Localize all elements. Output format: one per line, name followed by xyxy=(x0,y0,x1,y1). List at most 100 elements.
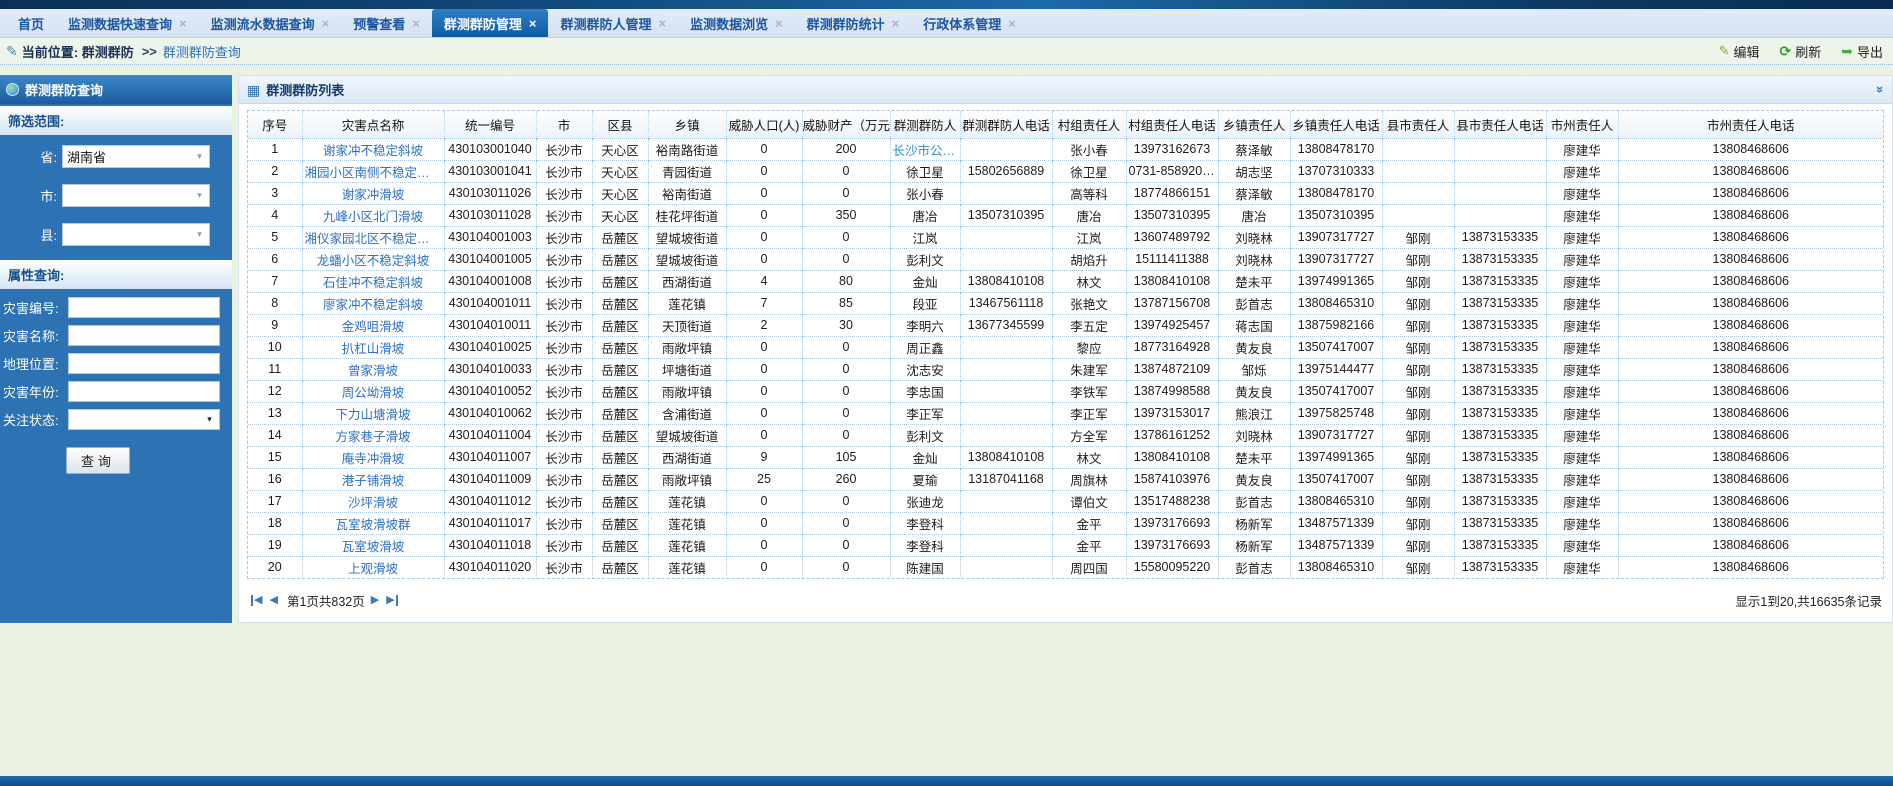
disaster-name-link[interactable]: 周公坳滑坡 xyxy=(302,380,444,402)
disaster-name-link[interactable]: 庵寺冲滑坡 xyxy=(302,446,444,468)
table-cell: 李明六 xyxy=(890,314,960,336)
table-cell: 430103011026 xyxy=(444,182,536,204)
search-button[interactable]: 查询 xyxy=(66,447,130,474)
table-cell: 黄友良 xyxy=(1218,380,1290,402)
table-cell: 方全军 xyxy=(1052,424,1126,446)
disaster-name-link[interactable]: 上观滑坡 xyxy=(302,556,444,578)
table-cell: 13808468606 xyxy=(1618,402,1883,424)
attribute-field-input[interactable] xyxy=(68,353,220,374)
chevron-down-icon[interactable]: ▾ xyxy=(192,227,207,242)
disaster-name-link[interactable]: 港子铺滑坡 xyxy=(302,468,444,490)
region-select-3[interactable]: ▾ xyxy=(62,223,210,246)
tab-item-3[interactable]: 监测流水数据查询× xyxy=(199,9,342,37)
region-select-row-2: 市: ▾ xyxy=(0,184,232,207)
pagination-first-button[interactable]: ◀ xyxy=(251,595,262,606)
table-cell: 0 xyxy=(726,556,802,578)
table-cell: 廖建华 xyxy=(1546,534,1618,556)
refresh-button[interactable]: ⟳ 刷新 xyxy=(1780,42,1822,61)
disaster-name-link[interactable]: 下力山塘滑坡 xyxy=(302,402,444,424)
table-cell: 天心区 xyxy=(592,204,648,226)
table-row: 12周公坳滑坡430104010052长沙市岳麓区雨敞坪镇00李忠国 李铁军13… xyxy=(248,380,1883,402)
table-cell: 莲花镇 xyxy=(648,512,726,534)
attention-status-select[interactable]: ▾ xyxy=(68,409,220,430)
disaster-name-link[interactable]: 湘园小区南侧不稳定斜坡 xyxy=(302,160,444,182)
attribute-field-input[interactable] xyxy=(68,325,220,346)
table-cell: 刘晓林 xyxy=(1218,248,1290,270)
tab-item-2[interactable]: 监测数据快速查询× xyxy=(56,9,199,37)
pagination-prev-button[interactable]: ◀ xyxy=(269,595,277,606)
disaster-name-link[interactable]: 龙蟠小区不稳定斜坡 xyxy=(302,248,444,270)
tab-close-icon[interactable]: × xyxy=(529,17,537,30)
table-cell: 8 xyxy=(248,292,302,314)
tab-item-8[interactable]: 群测群防统计× xyxy=(795,9,912,37)
table-cell: 邹刚 xyxy=(1382,468,1454,490)
disaster-name-link[interactable]: 九峰小区北门滑坡 xyxy=(302,204,444,226)
table-row: 3谢家冲滑坡430103011026长沙市天心区裕南街道00张小春 高等科187… xyxy=(248,182,1883,204)
chevron-collapse-icon[interactable]: » xyxy=(1873,86,1888,93)
disaster-name-link[interactable]: 金鸡咀滑坡 xyxy=(302,314,444,336)
region-select-1[interactable]: 湖南省▾ xyxy=(62,145,210,168)
disaster-name-link[interactable]: 方家巷子滑坡 xyxy=(302,424,444,446)
pagination-summary: 显示1到20,共16635条记录 xyxy=(1735,591,1882,610)
chevron-down-icon[interactable]: ▾ xyxy=(192,188,207,203)
tab-close-icon[interactable]: × xyxy=(322,17,330,30)
table-cell: 430104011017 xyxy=(444,512,536,534)
chevron-down-icon[interactable]: ▾ xyxy=(192,149,207,164)
tab-close-icon[interactable]: × xyxy=(412,17,420,30)
table-cell: 廖建华 xyxy=(1546,138,1618,160)
tab-item-1[interactable]: 首页 xyxy=(6,9,56,37)
disaster-name-link[interactable]: 沙坪滑坡 xyxy=(302,490,444,512)
table-cell: 13808478170 xyxy=(1290,138,1382,160)
table-cell: 裕南路街道 xyxy=(648,138,726,160)
attribute-field-input[interactable] xyxy=(68,381,220,402)
attribute-field-row-2: 灾害名称: xyxy=(0,325,232,346)
filter-section-header: 筛选范围: xyxy=(0,106,232,135)
table-cell: 金灿 xyxy=(890,270,960,292)
table-cell: 13808410108 xyxy=(1126,270,1218,292)
disaster-name-link[interactable]: 谢家冲滑坡 xyxy=(302,182,444,204)
table-cell: 谭伯文 xyxy=(1052,490,1126,512)
table-cell: 13517488238 xyxy=(1126,490,1218,512)
table-cell: 林文 xyxy=(1052,446,1126,468)
tab-item-6[interactable]: 群测群防人管理× xyxy=(548,9,678,37)
table-cell: 13873153335 xyxy=(1454,270,1546,292)
table-cell: 长沙市 xyxy=(536,556,592,578)
column-header: 威胁财产（万元） xyxy=(802,111,890,138)
edit-button[interactable]: ✎ 编辑 xyxy=(1719,42,1760,61)
table-cell: 天心区 xyxy=(592,182,648,204)
disaster-name-link[interactable]: 瓦室坡滑坡 xyxy=(302,534,444,556)
table-header-row: 序号灾害点名称统一编号市区县乡镇威胁人口(人)威胁财产（万元）群测群防人群测群防… xyxy=(248,111,1883,138)
disaster-name-link[interactable]: 廖家冲不稳定斜坡 xyxy=(302,292,444,314)
table-cell: 岳麓区 xyxy=(592,556,648,578)
tab-close-icon[interactable]: × xyxy=(892,17,900,30)
disaster-name-link[interactable]: 石佳冲不稳定斜坡 xyxy=(302,270,444,292)
tab-close-icon[interactable]: × xyxy=(1008,17,1016,30)
table-cell: 廖建华 xyxy=(1546,292,1618,314)
pagination-last-button[interactable]: ▶ xyxy=(386,595,397,606)
breadcrumb-current-page[interactable]: 群测群防查询 xyxy=(163,42,241,61)
chevron-down-icon[interactable]: ▾ xyxy=(202,412,217,427)
pagination-next-button[interactable]: ▶ xyxy=(371,595,379,606)
table-cell: 长沙市 xyxy=(536,182,592,204)
table-cell: 85 xyxy=(802,292,890,314)
tab-item-7[interactable]: 监测数据浏览× xyxy=(678,9,795,37)
attribute-field-input[interactable] xyxy=(68,297,220,318)
tab-item-4[interactable]: 预警查看× xyxy=(341,9,432,37)
disaster-name-link[interactable]: 曾家滑坡 xyxy=(302,358,444,380)
column-header: 市 xyxy=(536,111,592,138)
region-select-2[interactable]: ▾ xyxy=(62,184,210,207)
disaster-name-link[interactable]: 谢家冲不稳定斜坡 xyxy=(302,138,444,160)
table-cell: 13487571339 xyxy=(1290,534,1382,556)
disaster-name-link[interactable]: 瓦室坡滑坡群 xyxy=(302,512,444,534)
tab-item-9[interactable]: 行政体系管理× xyxy=(911,9,1028,37)
export-button[interactable]: ➥ 导出 xyxy=(1841,42,1883,61)
column-header: 群测群防人电话 xyxy=(960,111,1052,138)
disaster-name-link[interactable]: 湘仪家园北区不稳定斜坡 xyxy=(302,226,444,248)
table-cell: 13507310395 xyxy=(1290,204,1382,226)
disaster-name-link[interactable]: 扒杠山滑坡 xyxy=(302,336,444,358)
tab-close-icon[interactable]: × xyxy=(775,17,783,30)
tab-close-icon[interactable]: × xyxy=(658,17,666,30)
tab-item-5[interactable]: 群测群防管理× xyxy=(432,9,549,37)
table-cell: 13808468606 xyxy=(1618,270,1883,292)
tab-close-icon[interactable]: × xyxy=(179,17,187,30)
